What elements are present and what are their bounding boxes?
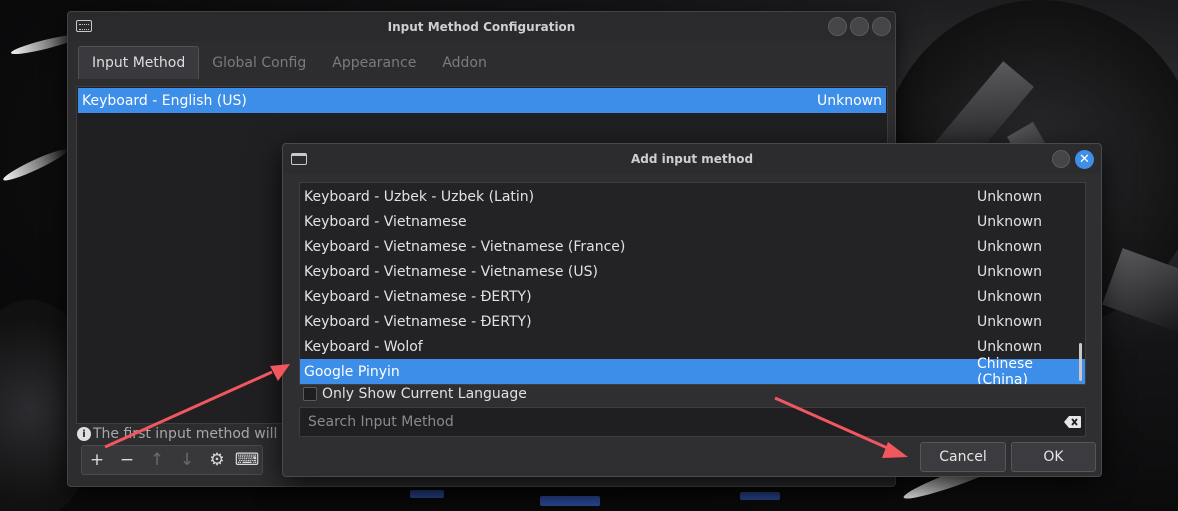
list-item-language: Unknown	[977, 213, 1042, 230]
minus-icon: −	[119, 450, 135, 470]
close-button[interactable]	[872, 17, 891, 36]
input-method-language: Unknown	[817, 92, 882, 109]
minimize-button[interactable]	[828, 17, 847, 36]
gear-icon: ⚙	[209, 450, 225, 470]
clear-search-icon[interactable]	[1059, 416, 1085, 428]
list-item[interactable]: Keyboard - Uzbek - Uzbek (Latin) Unknown	[300, 184, 1085, 209]
main-titlebar[interactable]: Input Method Configuration	[68, 12, 895, 41]
move-down-button[interactable]: ↓	[172, 446, 202, 474]
list-item-name: Keyboard - Vietnamese - Vietnamese (US)	[304, 263, 598, 280]
tab-bar: Input Method Global Config Appearance Ad…	[68, 41, 895, 79]
window-icon	[291, 153, 307, 165]
dialog-title: Add input method	[630, 152, 754, 166]
remove-button[interactable]: −	[112, 446, 142, 474]
close-button[interactable]: ✕	[1075, 150, 1094, 169]
configure-button[interactable]: ⚙	[202, 446, 232, 474]
move-up-button[interactable]: ↑	[142, 446, 172, 474]
tab-appearance[interactable]: Appearance	[319, 46, 429, 79]
maximize-button[interactable]	[850, 17, 869, 36]
only-current-language-checkbox[interactable]	[303, 387, 317, 401]
minimize-button[interactable]	[1052, 150, 1070, 168]
input-method-name: Keyboard - English (US)	[82, 92, 247, 109]
plus-icon: +	[89, 450, 105, 470]
list-item-name: Keyboard - Vietnamese - Vietnamese (Fran…	[304, 238, 626, 255]
list-item-name: Google Pinyin	[304, 363, 400, 380]
only-current-language-label: Only Show Current Language	[322, 386, 527, 402]
tab-addon[interactable]: Addon	[429, 46, 500, 79]
tab-global-config[interactable]: Global Config	[199, 46, 319, 79]
list-item-name: Keyboard - Vietnamese - ĐERTY)	[304, 288, 532, 305]
input-method-toolbar: + − ↑ ↓ ⚙ ⌨	[81, 445, 263, 475]
window-title: Input Method Configuration	[387, 19, 576, 34]
only-current-language-option[interactable]: Only Show Current Language	[303, 386, 527, 402]
hint-row: i The first input method will be	[77, 426, 299, 442]
keyboard-layout-button[interactable]: ⌨	[232, 446, 262, 474]
list-item[interactable]: Keyboard - Vietnamese Unknown	[300, 209, 1085, 234]
list-item[interactable]: Keyboard - Vietnamese - Vietnamese (Fran…	[300, 234, 1085, 259]
search-box	[299, 407, 1086, 437]
arrow-up-icon: ↑	[149, 450, 165, 470]
list-item-language: Unknown	[977, 338, 1042, 355]
add-button[interactable]: +	[82, 446, 112, 474]
list-item[interactable]: Keyboard - Wolof Unknown	[300, 334, 1085, 359]
dialog-titlebar[interactable]: Add input method ✕	[283, 144, 1101, 174]
list-item-name: Keyboard - Wolof	[304, 338, 423, 355]
add-input-method-dialog: Add input method ✕ Keyboard - Uzbek - Uz…	[282, 143, 1102, 477]
arrow-down-icon: ↓	[179, 450, 195, 470]
list-item-google-pinyin[interactable]: Google Pinyin Chinese (China)	[300, 355, 1085, 385]
list-item[interactable]: Keyboard - Vietnamese - Vietnamese (US) …	[300, 259, 1085, 284]
keyboard-icon	[76, 20, 92, 32]
list-item-name: Keyboard - Vietnamese	[304, 213, 467, 230]
cancel-button[interactable]: Cancel	[920, 442, 1006, 472]
list-item[interactable]: Keyboard - Vietnamese - ĐERTY) Unknown	[300, 284, 1085, 309]
available-input-method-list[interactable]: Keyboard - Uzbek - Uzbek (Latin) Unknown…	[299, 182, 1086, 385]
list-item-language: Chinese (China)	[977, 355, 1033, 385]
list-scrollbar[interactable]	[1079, 343, 1082, 381]
list-item-language: Unknown	[977, 288, 1042, 305]
list-item[interactable]: Keyboard - English (US) Unknown	[78, 88, 886, 113]
info-icon: i	[77, 427, 91, 441]
list-item-language: Unknown	[977, 313, 1042, 330]
tab-input-method[interactable]: Input Method	[78, 46, 200, 79]
list-item-language: Unknown	[977, 263, 1042, 280]
list-item-language: Unknown	[977, 238, 1042, 255]
ok-button[interactable]: OK	[1011, 442, 1096, 472]
list-item-language: Unknown	[977, 188, 1042, 205]
list-item-name: Keyboard - Vietnamese - ĐERTY)	[304, 313, 532, 330]
close-icon: ✕	[1079, 152, 1090, 167]
list-item[interactable]: Keyboard - Vietnamese - ĐERTY) Unknown	[300, 309, 1085, 334]
list-item-name: Keyboard - Uzbek - Uzbek (Latin)	[304, 188, 535, 205]
keyboard-icon: ⌨	[234, 450, 260, 470]
hint-text: The first input method will be	[93, 426, 300, 442]
search-input[interactable]	[308, 414, 1059, 430]
